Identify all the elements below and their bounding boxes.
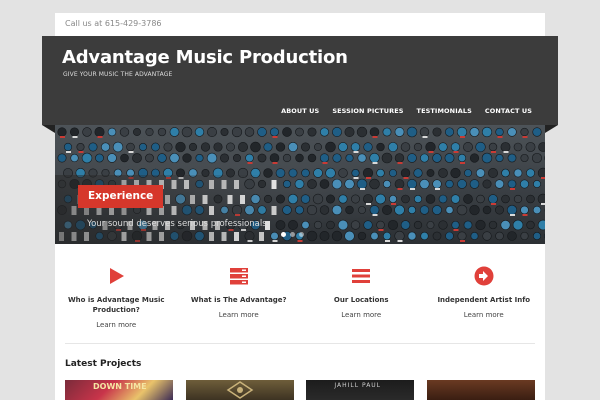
hero-slider[interactable]: Experience Your sound deserves serious p… [55,125,545,244]
learn-more-link[interactable]: Learn more [96,321,136,329]
site-tagline: GIVE YOUR MUSIC THE ADVANTAGE [63,71,173,78]
ribbon-fold-right [545,125,558,133]
slider-dot-1[interactable] [281,232,286,237]
top-bar: Call us at 615-429-3786 [55,13,545,36]
project-thumb-4[interactable] [426,380,535,400]
ribbon-fold-left [42,125,55,133]
feature-title: What is The Advantage? [190,296,287,304]
slider-dot-3[interactable] [299,232,304,237]
nav-about-us[interactable]: ABOUT US [281,107,319,115]
project-thumb-1[interactable]: DOWN TIME [65,380,173,400]
slide-caption: Experience [78,185,164,208]
learn-more-link[interactable]: Learn more [341,311,381,319]
main-nav: ABOUT US SESSION PICTURES TESTIMONIALS C… [281,107,532,115]
list-icon[interactable] [350,265,372,287]
main-content: Experience Your sound deserves serious p… [55,125,545,400]
slide-subcaption: Your sound deserves serious professional… [87,219,267,229]
site-header: Advantage Music Production GIVE YOUR MUS… [42,36,558,125]
feature-title: Independent Artist Info [437,296,531,304]
arrow-circle-icon[interactable] [473,265,495,287]
slider-pagination [281,232,304,237]
feature-advantage: What is The Advantage? Learn more [178,261,301,341]
project-thumb-2[interactable] [185,380,294,400]
feature-who: Who is Advantage Music Production? Learn… [55,261,178,341]
play-icon[interactable] [105,265,127,287]
feature-title: Who is Advantage Music Production? [67,296,165,314]
project-art-text: DOWN TIME [93,382,147,391]
project-art-text: JAHILL PAUL [334,382,382,389]
nav-contact-us[interactable]: CONTACT US [485,107,532,115]
learn-more-link[interactable]: Learn more [464,311,504,319]
server-icon[interactable] [228,265,250,287]
latest-projects-heading: Latest Projects [65,359,142,369]
nav-session-pictures[interactable]: SESSION PICTURES [332,107,403,115]
project-thumb-3[interactable]: JAHILL PAUL [306,380,415,400]
feature-locations: Our Locations Learn more [300,261,423,341]
feature-independent: Independent Artist Info Learn more [423,261,546,341]
latest-projects-grid: DOWN TIME JAHILL PAUL [65,380,535,400]
learn-more-link[interactable]: Learn more [219,311,259,319]
slider-dot-2[interactable] [290,232,295,237]
feature-row: Who is Advantage Music Production? Learn… [55,261,545,341]
section-divider [65,343,535,344]
phone-text: Call us at 615-429-3786 [65,19,162,28]
nav-testimonials[interactable]: TESTIMONIALS [417,107,472,115]
project-art-emblem [226,381,254,399]
feature-title: Our Locations [333,296,389,304]
site-title[interactable]: Advantage Music Production [62,47,348,68]
